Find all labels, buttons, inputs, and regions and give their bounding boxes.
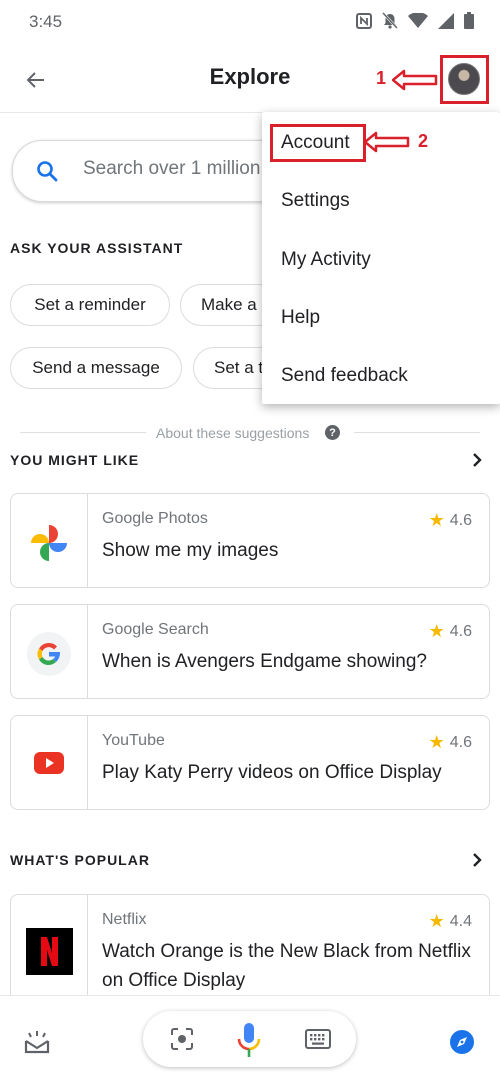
menu-item-my-activity[interactable]: My Activity <box>281 249 371 271</box>
wifi-icon <box>408 12 428 28</box>
suggestions-divider-right <box>354 432 480 433</box>
status-time: 3:45 <box>29 12 63 31</box>
menu-item-settings[interactable]: Settings <box>281 190 350 212</box>
suggestion-card[interactable]: Google Search When is Avengers Endgame s… <box>10 604 490 699</box>
card-app-name: Google Photos <box>102 510 208 527</box>
card-rating: ★ 4.6 <box>429 621 472 642</box>
annotation-box-account <box>270 124 366 162</box>
battery-icon <box>464 12 474 29</box>
star-icon: ★ <box>428 911 445 931</box>
star-icon: ★ <box>428 621 445 641</box>
explore-compass-icon[interactable] <box>449 1029 475 1055</box>
menu-item-send-feedback[interactable]: Send feedback <box>281 365 408 387</box>
card-query: When is Avengers Endgame showing? <box>102 651 427 672</box>
rating-value: 4.6 <box>449 733 472 751</box>
chip-set-reminder[interactable]: Set a reminder <box>10 284 170 326</box>
card-query: Watch Orange is the New Black from Netfl… <box>102 941 471 991</box>
suggestions-divider-left <box>20 432 146 433</box>
lens-icon[interactable] <box>170 1027 194 1051</box>
card-divider <box>87 716 88 809</box>
status-icons <box>356 12 474 29</box>
youtube-icon <box>34 752 64 774</box>
nfc-icon <box>356 12 372 29</box>
suggestion-card[interactable]: Google Photos Show me my images ★ 4.6 <box>10 493 490 588</box>
bottom-bar <box>0 995 500 1084</box>
card-query: Show me my images <box>102 540 279 561</box>
mute-bell-icon <box>382 12 398 29</box>
netflix-icon <box>26 928 73 975</box>
snapshot-tray-icon[interactable] <box>23 1029 51 1055</box>
keyboard-icon[interactable] <box>305 1029 331 1049</box>
about-suggestions-label[interactable]: About these suggestions <box>156 425 309 441</box>
card-rating: ★ 4.4 <box>429 911 472 932</box>
assistant-input-pill <box>143 1011 356 1067</box>
menu-item-help[interactable]: Help <box>281 307 320 329</box>
you-might-like-heading: YOU MIGHT LIKE <box>10 452 140 468</box>
annotation-number-2: 2 <box>418 131 429 151</box>
search-icon <box>37 161 58 182</box>
card-rating: ★ 4.6 <box>429 510 472 531</box>
google-photos-icon <box>31 525 67 561</box>
microphone-icon[interactable] <box>235 1021 263 1059</box>
account-avatar-button[interactable] <box>448 63 480 95</box>
chevron-right-icon[interactable] <box>471 852 483 868</box>
whats-popular-heading: WHAT'S POPULAR <box>10 852 150 868</box>
google-g-icon <box>37 642 61 665</box>
card-app-name: YouTube <box>102 732 165 749</box>
rating-value: 4.4 <box>449 912 472 930</box>
star-icon: ★ <box>428 732 445 752</box>
card-divider <box>87 605 88 698</box>
ask-assistant-heading: ASK YOUR ASSISTANT <box>10 240 184 256</box>
signal-icon <box>438 12 454 29</box>
annotation-arrow-2 <box>364 131 410 153</box>
annotation-arrow-1 <box>392 69 438 91</box>
annotation-number-1: 1 <box>376 68 387 88</box>
chip-send-message[interactable]: Send a message <box>10 347 182 389</box>
top-app-bar: Explore 1 <box>0 46 500 113</box>
card-rating: ★ 4.6 <box>429 732 472 753</box>
chevron-right-icon[interactable] <box>471 452 483 468</box>
help-icon[interactable]: ? <box>325 425 340 440</box>
card-query: Play Katy Perry videos on Office Display <box>102 762 442 783</box>
card-app-name: Netflix <box>102 911 147 928</box>
suggestion-card[interactable]: YouTube Play Katy Perry videos on Office… <box>10 715 490 810</box>
status-bar: 3:45 <box>0 0 500 46</box>
rating-value: 4.6 <box>449 622 472 640</box>
card-divider <box>87 494 88 587</box>
card-app-name: Google Search <box>102 621 209 638</box>
rating-value: 4.6 <box>449 511 472 529</box>
star-icon: ★ <box>428 510 445 530</box>
search-input[interactable]: Search over 1 million <box>83 158 260 180</box>
